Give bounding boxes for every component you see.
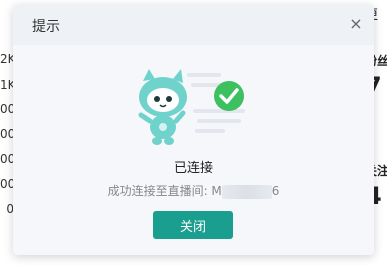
axis-tick-label: 00 <box>0 152 16 166</box>
connected-mascot-illustration <box>131 67 261 149</box>
connection-status-title: 已连接 <box>173 161 213 176</box>
dialog-title: 提示 <box>32 19 60 35</box>
status-desc-suffix: 6 <box>271 184 280 198</box>
mascot-icon <box>138 69 245 145</box>
axis-tick-label: 0 <box>6 202 14 216</box>
axis-tick-label: 2K <box>0 52 16 66</box>
axis-tick-label: 1K <box>0 78 16 92</box>
close-icon[interactable]: × <box>346 14 366 34</box>
connection-status-description: 成功连接至直播间: M 6 <box>13 182 374 199</box>
dialog-header: 提示 × <box>13 5 374 45</box>
connection-dialog: 提示 × 已连接 成功连接至直播间: M 6 关闭 <box>13 5 374 255</box>
status-desc-prefix: 成功连接至直播间: M <box>107 184 222 198</box>
redacted-room-id <box>221 184 272 199</box>
axis-tick-label: 00 <box>0 177 16 191</box>
background-chart-axis: 2K 1K 00 00 00 00 0 <box>0 0 16 265</box>
close-button[interactable]: 关闭 <box>153 211 233 239</box>
axis-tick-label: 00 <box>0 102 16 116</box>
axis-tick-label: 00 <box>0 127 16 141</box>
